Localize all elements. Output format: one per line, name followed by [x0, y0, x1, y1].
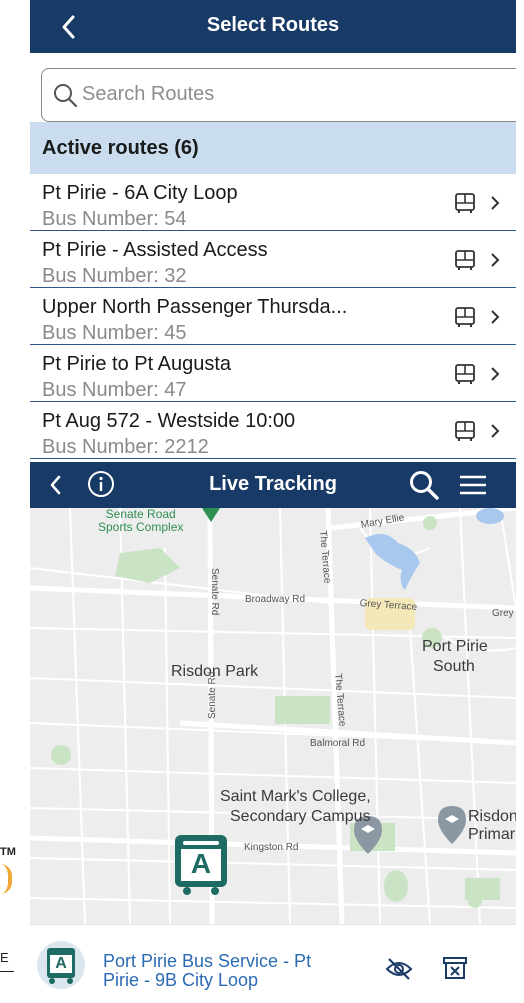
map-roads [30, 508, 516, 924]
route-row[interactable]: Pt Pirie to Pt Augusta Bus Number: 47 [30, 345, 516, 402]
route-bus-number: Bus Number: 54 [42, 208, 187, 230]
route-name: Upper North Passenger Thursda... [42, 296, 348, 318]
tracking-title: Live Tracking [209, 473, 337, 495]
map-label-port-pirie: Port Pirie [422, 638, 488, 655]
outside-e-text: E [0, 950, 9, 965]
page-title: Select Routes [206, 14, 340, 36]
bus-marker-letter: A [190, 848, 212, 879]
map-label-kingston-rd: Kingston Rd [244, 842, 299, 853]
map-label-grey: Grey [492, 608, 514, 619]
selected-bus-name[interactable]: Port Pirie Bus Service - Pt Pirie - 9B C… [103, 952, 343, 990]
outside-logo-fragment [0, 864, 12, 894]
live-map[interactable]: Senate Road Sports Complex Mary Ellie Th… [30, 508, 516, 924]
phone-frame: Select Routes Search Routes Active route… [30, 0, 516, 1003]
route-row[interactable]: Pt Pirie - 6A City Loop Bus Number: 54 [30, 174, 516, 231]
search-icon [54, 84, 78, 108]
route-name: Pt Pirie to Pt Augusta [42, 353, 231, 375]
bus-icon [455, 307, 475, 327]
map-label-college-campus: Secondary Campus [230, 808, 371, 825]
route-bus-number: Bus Number: 47 [42, 379, 187, 401]
route-row[interactable]: Pt Pirie - Assisted Access Bus Number: 3… [30, 231, 516, 288]
route-name: Pt Pirie - 6A City Loop [42, 182, 238, 204]
map-label-college: Saint Mark's College, [220, 788, 371, 805]
chevron-right-icon [491, 424, 500, 438]
route-list: Pt Pirie - 6A City Loop Bus Number: 54 P… [30, 174, 516, 459]
bus-icon [455, 250, 475, 270]
outside-underline [0, 971, 14, 972]
bus-marker[interactable]: A [173, 833, 229, 897]
chevron-right-icon [491, 367, 500, 381]
search-icon[interactable] [408, 469, 440, 501]
map-label-sports-complex: Senate Road Sports Complex [98, 508, 184, 534]
bus-icon [455, 421, 475, 441]
search-input[interactable]: Search Routes [41, 68, 516, 122]
search-area: Search Routes [30, 53, 516, 122]
route-bus-number: Bus Number: 2212 [42, 436, 209, 458]
select-routes-header: Select Routes [30, 0, 516, 53]
route-name: Pt Aug 572 - Westside 10:00 [42, 410, 296, 432]
route-name: Pt Pirie - Assisted Access [42, 239, 268, 261]
bus-avatar: A [36, 937, 86, 993]
menu-icon[interactable] [458, 472, 488, 498]
route-bus-number: Bus Number: 45 [42, 322, 187, 344]
chevron-right-icon [491, 196, 500, 210]
map-label-risdon: Risdon [468, 808, 516, 825]
map-label-senate-rd: Senate Rd [209, 568, 220, 616]
active-routes-label: Active routes (6) [42, 137, 199, 159]
map-label-balmoral-rd: Balmoral Rd [310, 738, 366, 749]
bus-icon [455, 193, 475, 213]
route-bus-number: Bus Number: 32 [42, 265, 187, 287]
outside-tm-text: TM [0, 846, 16, 858]
map-label-primary: Primar [468, 826, 516, 843]
map-label-senate-rd-2: Senate Rd [207, 671, 218, 719]
bus-avatar-letter: A [55, 955, 67, 972]
app-screen: Select Routes Search Routes Active route… [30, 0, 516, 1003]
active-routes-header: Active routes (6) [30, 122, 516, 174]
search-placeholder: Search Routes [82, 83, 215, 105]
remove-icon[interactable] [442, 955, 468, 981]
hide-eye-icon[interactable] [384, 956, 414, 982]
route-row[interactable]: Pt Aug 572 - Westside 10:00 Bus Number: … [30, 402, 516, 459]
live-tracking-header: Live Tracking [30, 462, 516, 508]
bus-icon [455, 364, 475, 384]
map-label-south: South [433, 658, 475, 675]
selected-bus-card: A Port Pirie Bus Service - Pt Pirie - 9B… [30, 924, 516, 1003]
map-label-broadway-rd: Broadway Rd [245, 594, 306, 605]
route-row[interactable]: Upper North Passenger Thursda... Bus Num… [30, 288, 516, 345]
chevron-right-icon [491, 253, 500, 267]
chevron-right-icon [491, 310, 500, 324]
